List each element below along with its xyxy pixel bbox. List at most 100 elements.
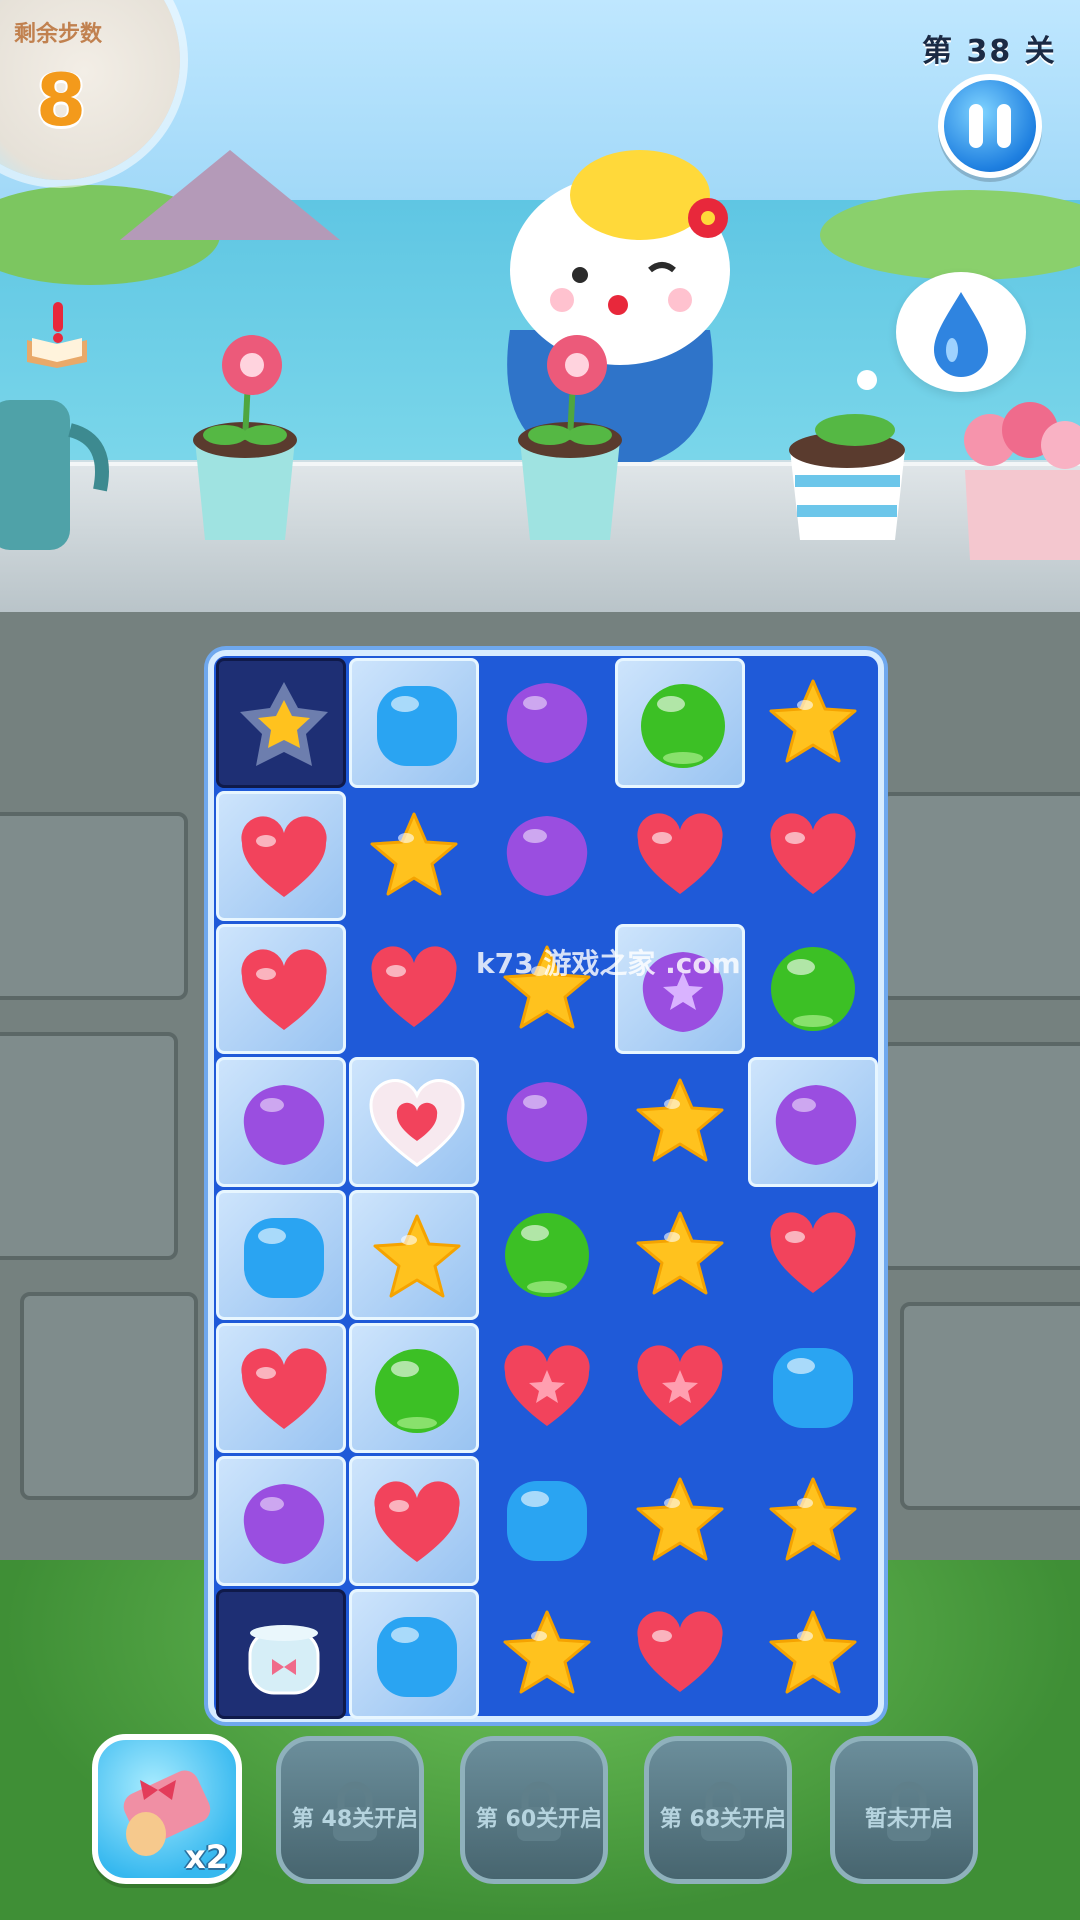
water-drop-bubble[interactable] <box>896 272 1026 392</box>
purple-jelly-candy <box>775 1085 857 1165</box>
booster-label: 第 48关开启 <box>291 1807 419 1832</box>
flower-pot-1 <box>170 330 320 550</box>
red-heart-candy <box>241 816 327 897</box>
red-heart-star-special-candy <box>637 1345 723 1426</box>
pause-button[interactable] <box>938 74 1042 178</box>
booster-slot-4[interactable]: 第 68关开启 <box>644 1736 792 1884</box>
board-cell[interactable] <box>349 1057 479 1187</box>
game-screen: 剩余步数 8 第 38 关 k73 游戏之家 .com x2 第 48关开启 第… <box>0 0 1080 1920</box>
wall-stone <box>900 1302 1080 1510</box>
board-cell[interactable] <box>216 1589 346 1719</box>
jar-obstacle <box>248 1625 320 1695</box>
flower-pot-3 <box>775 370 920 550</box>
red-heart-star-special-candy <box>504 1345 590 1426</box>
blue-square-candy <box>377 686 457 766</box>
yellow-star-candy <box>769 1610 857 1694</box>
green-ball-candy <box>771 947 855 1031</box>
green-ball-candy <box>641 684 725 768</box>
water-drop-icon <box>934 292 988 377</box>
board-cell[interactable] <box>216 1456 346 1586</box>
blue-square-candy <box>244 1218 324 1298</box>
red-heart-candy <box>637 813 723 894</box>
booster-slot-2[interactable]: 第 48关开启 <box>276 1736 424 1884</box>
board-cell[interactable] <box>482 791 612 921</box>
moves-label: 剩余步数 <box>14 22 103 47</box>
booster-label: 第 60关开启 <box>475 1807 603 1832</box>
board-cell[interactable] <box>349 791 479 921</box>
watermark: k73 游戏之家 .com <box>476 947 741 980</box>
board-cell[interactable] <box>748 924 878 1054</box>
board-cell[interactable] <box>615 1190 745 1320</box>
pause-icon <box>969 104 983 148</box>
board-cell[interactable] <box>349 1323 479 1453</box>
wall-stone <box>0 812 188 1000</box>
yellow-star-candy <box>769 679 857 763</box>
board-cell[interactable] <box>482 1323 612 1453</box>
board-cell[interactable] <box>349 1456 479 1586</box>
blue-square-candy <box>377 1617 457 1697</box>
board-cell[interactable] <box>482 1190 612 1320</box>
yellow-star-candy <box>370 812 458 896</box>
board-cell[interactable] <box>615 658 745 788</box>
wall-stone <box>20 1292 198 1500</box>
board-cell[interactable] <box>216 791 346 921</box>
wall-stone <box>880 792 1080 1000</box>
book-alert-icon <box>27 302 87 368</box>
booster-slot-1[interactable]: x2 <box>92 1734 242 1884</box>
red-heart-candy <box>374 1481 460 1562</box>
board-cell[interactable] <box>615 1456 745 1586</box>
board-cell[interactable] <box>349 1589 479 1719</box>
purple-jelly-candy <box>506 1082 588 1162</box>
board-cell[interactable] <box>615 1589 745 1719</box>
mountain <box>120 150 340 240</box>
board-cell[interactable] <box>748 1057 878 1187</box>
yellow-star-candy <box>503 1610 591 1694</box>
red-heart-candy <box>241 949 327 1030</box>
board-cell[interactable] <box>216 658 346 788</box>
board-cell[interactable] <box>748 1190 878 1320</box>
board-cell[interactable] <box>482 1456 612 1586</box>
green-ball-candy <box>505 1213 589 1297</box>
star-target-tile <box>240 682 328 766</box>
board-cell[interactable] <box>349 658 479 788</box>
board-cell[interactable] <box>482 1057 612 1187</box>
yellow-star-candy <box>636 1211 724 1295</box>
board-cell[interactable] <box>349 924 479 1054</box>
yellow-star-candy <box>636 1477 724 1561</box>
board-cell[interactable] <box>615 791 745 921</box>
watering-can <box>0 370 110 560</box>
board-cell[interactable] <box>748 1589 878 1719</box>
booster-slot-3[interactable]: 第 60关开启 <box>460 1736 608 1884</box>
board-cell[interactable] <box>216 1057 346 1187</box>
board-cell[interactable] <box>216 924 346 1054</box>
board-cell[interactable] <box>349 1190 479 1320</box>
board-cell[interactable] <box>482 1589 612 1719</box>
board-cell[interactable] <box>748 658 878 788</box>
purple-jelly-candy <box>243 1484 325 1564</box>
booster-label: 第 68关开启 <box>659 1807 787 1832</box>
board-cell[interactable] <box>748 1323 878 1453</box>
yellow-star-candy <box>769 1477 857 1561</box>
wall-stone <box>880 1042 1080 1270</box>
flower-pot-2 <box>495 330 645 550</box>
purple-jelly-candy <box>506 816 588 896</box>
booster-count: x2 <box>185 1838 228 1876</box>
red-heart-candy <box>241 1348 327 1429</box>
board-cell[interactable] <box>748 1456 878 1586</box>
board-cell[interactable] <box>482 658 612 788</box>
yellow-star-candy <box>373 1214 461 1298</box>
wall-stone <box>0 1032 178 1260</box>
game-board <box>208 650 884 1722</box>
green-ball-candy <box>375 1349 459 1433</box>
red-heart-candy <box>770 1212 856 1293</box>
board-cell[interactable] <box>216 1190 346 1320</box>
board-cell[interactable] <box>216 1323 346 1453</box>
board-cell[interactable] <box>615 1323 745 1453</box>
red-heart-candy <box>637 1611 723 1692</box>
board-cell[interactable] <box>748 791 878 921</box>
board-cell[interactable] <box>615 1057 745 1187</box>
pause-icon <box>997 104 1011 148</box>
blue-square-candy <box>773 1348 853 1428</box>
task-book-button[interactable] <box>22 300 92 368</box>
booster-slot-5[interactable]: 暂未开启 <box>830 1736 978 1884</box>
